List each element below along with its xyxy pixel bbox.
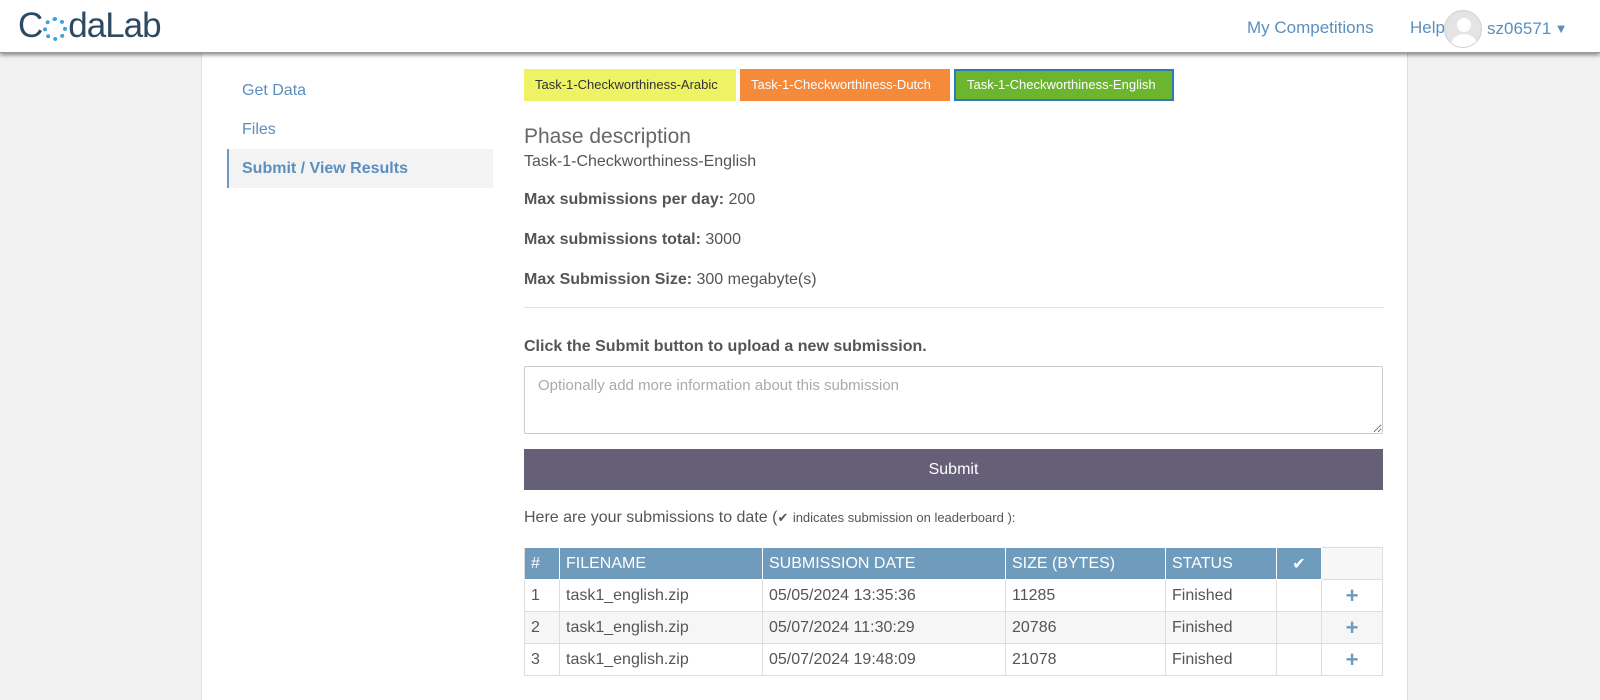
main-content: Task-1-Checkworthiness-Arabic Task-1-Che… <box>524 69 1384 676</box>
submissions-table: # FILENAME SUBMISSION DATE SIZE (BYTES) … <box>524 547 1383 676</box>
submissions-intro-note: indicates submission on leaderboard ): <box>792 510 1016 525</box>
expand-plus-icon[interactable]: + <box>1321 579 1383 612</box>
max-per-day-line: Max submissions per day: 200 <box>524 191 1384 211</box>
tab-arabic-phase[interactable]: Task-1-Checkworthiness-Arabic <box>524 69 736 101</box>
top-navbar: CdaLab My Competitions Help sz06571 ▼ <box>0 0 1600 53</box>
logo-o-icon <box>43 17 68 41</box>
cell-number: 2 <box>524 611 560 644</box>
cell-size: 20786 <box>1005 611 1166 644</box>
cell-status: Finished <box>1165 643 1277 676</box>
my-competitions-link[interactable]: My Competitions <box>1247 18 1374 38</box>
expand-plus-icon[interactable]: + <box>1321 643 1383 676</box>
cell-filename: task1_english.zip <box>559 611 763 644</box>
submit-hint: Click the Submit button to upload a new … <box>524 338 927 355</box>
max-total-label: Max submissions total: <box>524 231 701 248</box>
table-header-row: # FILENAME SUBMISSION DATE SIZE (BYTES) … <box>524 547 1383 580</box>
cell-date: 05/07/2024 11:30:29 <box>762 611 1006 644</box>
max-size-line: Max Submission Size: 300 megabyte(s) <box>524 271 1384 291</box>
logo-letter: C <box>18 6 43 45</box>
phase-description-heading: Phase description <box>524 125 691 148</box>
cell-number: 3 <box>524 643 560 676</box>
sidebar-item-get-data[interactable]: Get Data <box>227 71 493 110</box>
table-row: 2 task1_english.zip 05/07/2024 11:30:29 … <box>524 611 1383 644</box>
cell-size: 21078 <box>1005 643 1166 676</box>
expand-plus-icon[interactable]: + <box>1321 611 1383 644</box>
cell-filename: task1_english.zip <box>559 643 763 676</box>
avatar <box>1444 10 1482 48</box>
cell-date: 05/05/2024 13:35:36 <box>762 579 1006 612</box>
max-size-value: 300 megabyte(s) <box>696 271 817 288</box>
cell-status: Finished <box>1165 579 1277 612</box>
logo-text: daLab <box>68 6 161 45</box>
cell-leaderboard[interactable] <box>1276 611 1322 644</box>
cell-size: 11285 <box>1005 579 1166 612</box>
sidebar: Get Data Files Submit / View Results <box>227 71 493 188</box>
phase-name: Task-1-Checkworthiness-English <box>524 153 757 170</box>
max-per-day-label: Max submissions per day: <box>524 191 725 208</box>
col-actions <box>1321 547 1383 580</box>
col-leaderboard-check-icon[interactable]: ✔ <box>1276 547 1322 580</box>
sidebar-item-submit-view-results[interactable]: Submit / View Results <box>227 149 493 188</box>
caret-down-icon: ▼ <box>1557 23 1565 35</box>
user-menu[interactable]: sz06571 ▼ <box>1444 10 1565 48</box>
submissions-intro: Here are your submissions to date (✔ ind… <box>524 509 1384 527</box>
username: sz06571 <box>1487 19 1552 38</box>
cell-leaderboard[interactable] <box>1276 643 1322 676</box>
col-size[interactable]: SIZE (BYTES) <box>1005 547 1166 580</box>
phase-tabs: Task-1-Checkworthiness-Arabic Task-1-Che… <box>524 69 1384 101</box>
table-row: 3 task1_english.zip 05/07/2024 19:48:09 … <box>524 643 1383 676</box>
help-link[interactable]: Help <box>1410 18 1445 38</box>
max-size-label: Max Submission Size: <box>524 271 693 288</box>
cell-status: Finished <box>1165 611 1277 644</box>
sidebar-item-files[interactable]: Files <box>227 110 493 149</box>
codalab-logo[interactable]: CdaLab <box>18 6 162 46</box>
submissions-intro-text: Here are your submissions to date ( <box>524 509 778 526</box>
submit-button[interactable]: Submit <box>524 449 1383 490</box>
submission-notes-input[interactable] <box>524 366 1383 434</box>
main-container: Get Data Files Submit / View Results Tas… <box>201 53 1408 700</box>
table-row: 1 task1_english.zip 05/05/2024 13:35:36 … <box>524 579 1383 612</box>
cell-leaderboard[interactable] <box>1276 579 1322 612</box>
max-total-line: Max submissions total: 3000 <box>524 231 1384 251</box>
max-total-value: 3000 <box>705 231 741 248</box>
max-per-day-value: 200 <box>728 191 756 208</box>
tab-dutch-phase[interactable]: Task-1-Checkworthiness-Dutch <box>740 69 950 101</box>
cell-date: 05/07/2024 19:48:09 <box>762 643 1006 676</box>
checkmark-icon: ✔ <box>777 510 789 525</box>
tab-english-phase[interactable]: Task-1-Checkworthiness-English <box>954 69 1174 101</box>
col-status[interactable]: STATUS <box>1165 547 1277 580</box>
cell-filename: task1_english.zip <box>559 579 763 612</box>
col-number[interactable]: # <box>524 547 560 580</box>
cell-number: 1 <box>524 579 560 612</box>
divider <box>524 307 1384 308</box>
col-filename[interactable]: FILENAME <box>559 547 763 580</box>
col-submission-date[interactable]: SUBMISSION DATE <box>762 547 1006 580</box>
